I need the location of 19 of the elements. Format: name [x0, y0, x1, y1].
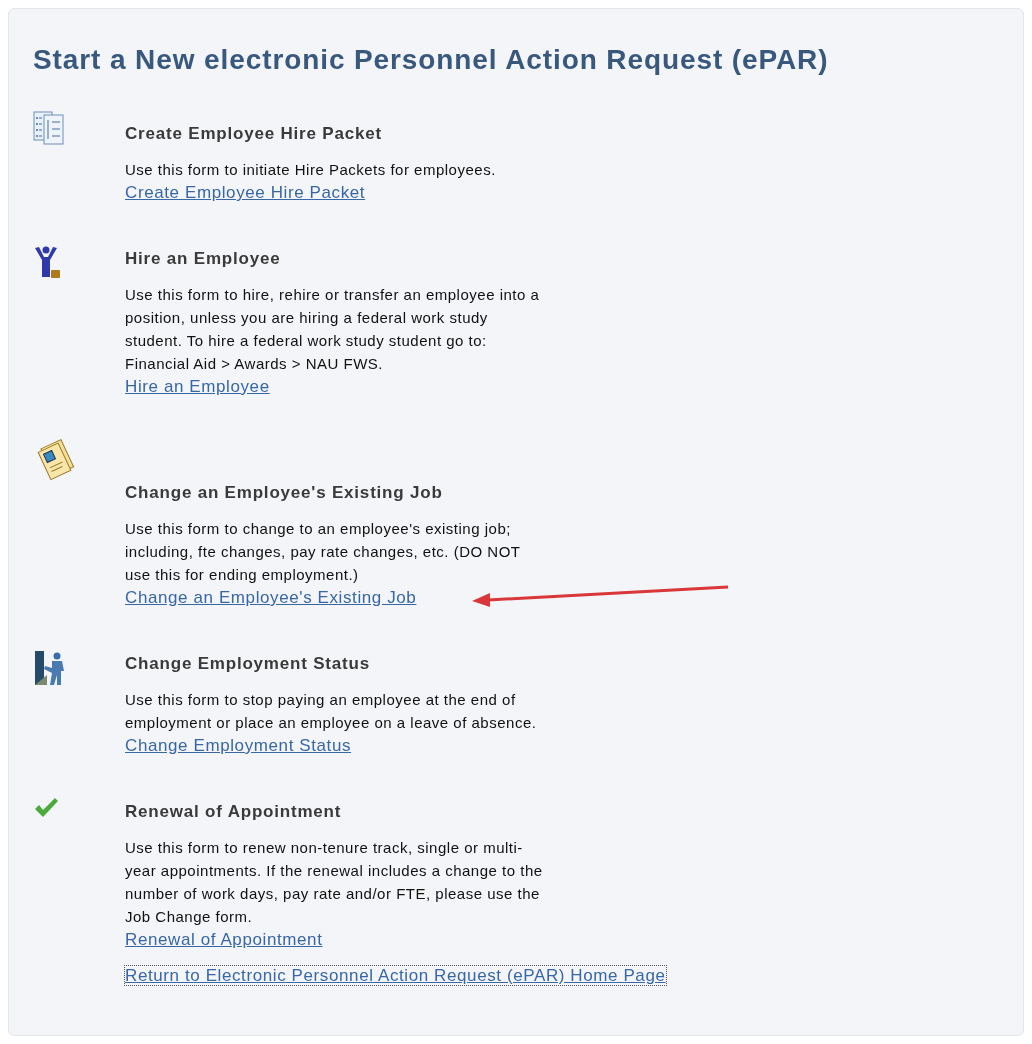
- form-link[interactable]: Hire an Employee: [125, 377, 270, 396]
- section-description: Use this form to change to an employee's existing job; including, fte changes, pay rate changes, etc. (DO NOT use this for ending employment.): [125, 519, 522, 585]
- section-heading: Renewal of Appointment: [125, 801, 343, 823]
- form-link[interactable]: Create Employee Hire Packet: [125, 183, 366, 202]
- checkmark-icon: [33, 797, 59, 819]
- section-heading: Change Employment Status: [125, 653, 371, 675]
- section-description: Use this form to stop paying an employee at the end of employment or place an employee on a leave of absence.: [125, 690, 538, 733]
- form-link[interactable]: Change an Employee's Existing Job: [125, 588, 417, 607]
- form-link[interactable]: Renewal of Appointment: [125, 930, 323, 949]
- section-description: Use this form to initiate Hire Packets for employees.: [125, 160, 497, 180]
- home-page-link[interactable]: Return to Electronic Personnel Action Request (ePAR) Home Page: [125, 966, 666, 985]
- page-title: Start a New electronic Personnel Action Request (ePAR): [33, 43, 830, 77]
- section-heading: Change an Employee's Existing Job: [125, 482, 444, 504]
- section-description: Use this form to hire, rehire or transfer an employee into a position, unless you are hiring a federal work study student. To hire a federal work study student go to: Financial Aid > Awards > NAU FWS.: [125, 285, 541, 374]
- section-description: Use this form to renew non-tenure track, single or multi-year appointments. If the renewal includes a change to the number of work days, pay rate and/or FTE, please use the Job Change form.: [125, 838, 543, 927]
- numbered-list-icon: [33, 111, 65, 145]
- section-heading: Create Employee Hire Packet: [125, 123, 383, 145]
- section-heading: Hire an Employee: [125, 248, 282, 270]
- form-link[interactable]: Change Employment Status: [125, 736, 352, 755]
